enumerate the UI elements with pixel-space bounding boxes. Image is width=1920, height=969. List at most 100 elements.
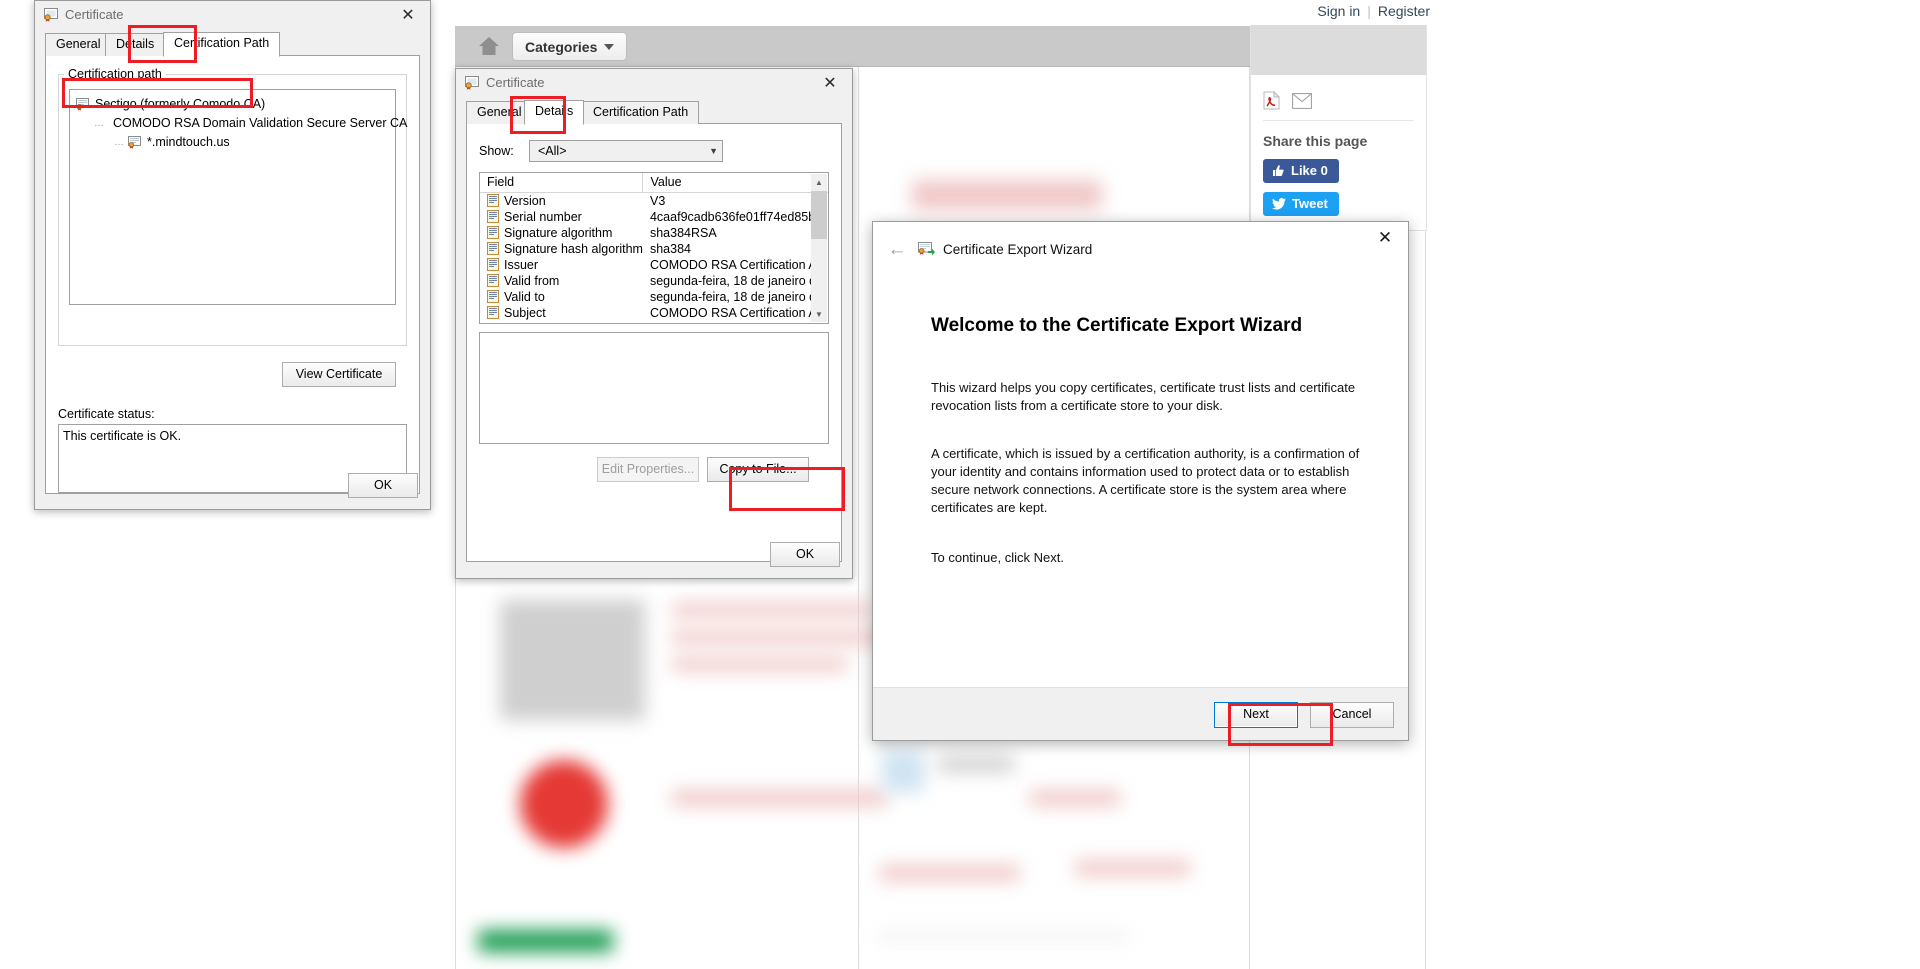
- copy-to-file-button[interactable]: Copy to File...: [707, 457, 809, 482]
- wizard-paragraph-2: A certificate, which is issued by a cert…: [931, 445, 1360, 515]
- blurred-thumbnail-1: [500, 600, 645, 720]
- tree-node-intermediate[interactable]: … COMODO RSA Domain Validation Secure Se…: [94, 115, 407, 131]
- close-icon[interactable]: ✕: [1362, 222, 1408, 254]
- tab-general[interactable]: General: [45, 33, 112, 57]
- twitter-tweet-label: Tweet: [1292, 196, 1328, 211]
- page-sidebar: Share this page Like 0 Tweet: [1250, 25, 1427, 231]
- blurred-logo-red: [520, 760, 608, 848]
- account-links: Sign in | Register: [1317, 3, 1430, 19]
- cancel-button[interactable]: Cancel: [1310, 702, 1394, 728]
- certificate-details-ok-button[interactable]: OK: [770, 542, 840, 567]
- cell-field: Valid from: [480, 273, 643, 289]
- wizard-footer: Next Cancel: [873, 687, 1408, 740]
- field-icon: [487, 274, 499, 287]
- field-icon: [487, 258, 499, 271]
- cell-value: V3: [649, 194, 666, 208]
- cell-field: Version: [480, 193, 643, 210]
- pdf-icon[interactable]: [1263, 91, 1280, 110]
- show-label: Show:: [479, 144, 514, 158]
- tab-certification-path[interactable]: Certification Path: [163, 32, 281, 57]
- tree-connector-icon: …: [94, 117, 104, 129]
- show-filter-select[interactable]: <All> ▼: [529, 140, 723, 162]
- tree-node-leaf[interactable]: … *.mindtouch.us: [114, 134, 395, 150]
- tree-label-leaf: *.mindtouch.us: [147, 135, 230, 149]
- cell-value: segunda-feira, 18 de janeiro d...: [649, 290, 827, 304]
- cell-value: COMODO RSA Certification Au...: [649, 306, 829, 320]
- register-link[interactable]: Register: [1378, 3, 1430, 19]
- fields-list-scrollbar[interactable]: ▲ ▼: [811, 174, 827, 322]
- show-filter-value: <All>: [538, 144, 567, 158]
- sidebar-action-icons: [1263, 85, 1414, 121]
- tab-details[interactable]: Details: [524, 100, 585, 125]
- twitter-bird-icon: [1272, 197, 1286, 209]
- field-icon: [487, 306, 499, 319]
- account-separator: |: [1367, 3, 1371, 19]
- wizard-body: Welcome to the Certificate Export Wizard…: [873, 277, 1408, 567]
- table-row[interactable]: Serial number 4caaf9cadb636fe01ff74ed85b.…: [480, 209, 828, 225]
- tab-general[interactable]: General: [466, 101, 533, 125]
- tab-certification-path[interactable]: Certification Path: [582, 101, 700, 125]
- scroll-down-icon[interactable]: ▼: [811, 306, 827, 322]
- certificate-path-ok-button[interactable]: OK: [348, 473, 418, 498]
- certificate-fields-table: Field Value Version V3 Serial number 4caaf9…: [480, 173, 829, 321]
- facebook-like-label: Like 0: [1291, 163, 1328, 178]
- tree-node-root[interactable]: Sectigo (formerly Comodo CA): [76, 96, 395, 112]
- table-row[interactable]: Version V3: [480, 193, 828, 210]
- certificate-icon: [128, 135, 141, 149]
- blurred-text-7: [880, 865, 1020, 881]
- cell-value: sha384: [649, 242, 691, 256]
- column-divider-mid: [858, 0, 859, 969]
- table-row[interactable]: Signature hash algorithm sha384: [480, 241, 828, 257]
- twitter-tweet-button[interactable]: Tweet: [1263, 192, 1339, 216]
- certificate-details-panel: Show: <All> ▼ Field Value Version V3 Seria…: [466, 124, 842, 562]
- table-row[interactable]: Valid from segunda-feira, 18 de janeiro d…: [480, 273, 828, 289]
- categories-dropdown[interactable]: Categories: [512, 32, 628, 61]
- home-icon[interactable]: [478, 36, 500, 56]
- tree-root: Sectigo (formerly Comodo CA) … COMODO RS…: [76, 96, 407, 150]
- scrollbar-thumb[interactable]: [811, 191, 827, 239]
- certificate-details-dialog-title: Certificate: [486, 75, 545, 90]
- blurred-thumbnail-2: [882, 750, 924, 792]
- certificate-export-wizard: ← Certificate Export Wizard ✕ Welcome to…: [872, 221, 1409, 741]
- scroll-up-icon[interactable]: ▲: [811, 174, 827, 190]
- blurred-text-5: [938, 756, 1014, 772]
- blurred-text-4: [672, 790, 887, 806]
- certificate-path-dialog: Certificate ✕ General Details Certificat…: [34, 0, 431, 510]
- certificate-icon: [44, 7, 58, 22]
- thumbs-up-icon: [1273, 165, 1284, 176]
- certificate-path-dialog-title: Certificate: [65, 7, 124, 22]
- blurred-rule: [878, 935, 1128, 938]
- certificate-status-label: Certificate status:: [58, 407, 155, 421]
- close-icon[interactable]: ✕: [386, 1, 430, 28]
- blurred-logo-green: [478, 930, 613, 952]
- field-icon: [487, 242, 499, 255]
- certificate-fields-list[interactable]: Field Value Version V3 Serial number 4caaf9…: [479, 172, 829, 324]
- table-row[interactable]: Issuer COMODO RSA Certification Au...: [480, 257, 828, 273]
- mail-icon[interactable]: [1292, 92, 1312, 109]
- close-icon[interactable]: ✕: [808, 69, 852, 96]
- tree-connector-icon: …: [114, 136, 124, 148]
- cell-field: Valid to: [480, 289, 643, 305]
- certification-path-legend: Certification path: [64, 67, 166, 81]
- table-row[interactable]: Valid to segunda-feira, 18 de janeiro d..…: [480, 289, 828, 305]
- sign-in-link[interactable]: Sign in: [1317, 3, 1360, 19]
- certification-path-panel: Certification path Sectigo (formerly Com…: [45, 56, 420, 494]
- table-row[interactable]: Subject COMODO RSA Certification Au...: [480, 305, 829, 321]
- certification-path-tree[interactable]: Sectigo (formerly Comodo CA) … COMODO RS…: [69, 89, 407, 305]
- table-row[interactable]: Signature algorithm sha384RSA: [480, 225, 828, 241]
- view-certificate-button[interactable]: View Certificate: [282, 362, 396, 387]
- column-header-field: Field: [480, 173, 644, 193]
- tab-details[interactable]: Details: [105, 33, 166, 57]
- cell-value: 4caaf9cadb636fe01ff74ed85b...: [649, 210, 826, 224]
- field-icon: [487, 210, 499, 223]
- facebook-like-button[interactable]: Like 0: [1263, 159, 1339, 183]
- certificate-icon: [465, 75, 479, 90]
- back-arrow-icon[interactable]: ←: [885, 238, 909, 262]
- field-icon: [487, 226, 499, 239]
- certificate-status-text: This certificate is OK.: [63, 429, 182, 443]
- certificate-details-tabstrip: General Details Certification Path: [466, 100, 842, 125]
- column-header-value: Value: [642, 173, 828, 193]
- certificate-details-dialog: Certificate ✕ General Details Certificat…: [455, 68, 853, 579]
- field-value-detail-box: [479, 332, 829, 444]
- next-button[interactable]: Next: [1214, 702, 1298, 728]
